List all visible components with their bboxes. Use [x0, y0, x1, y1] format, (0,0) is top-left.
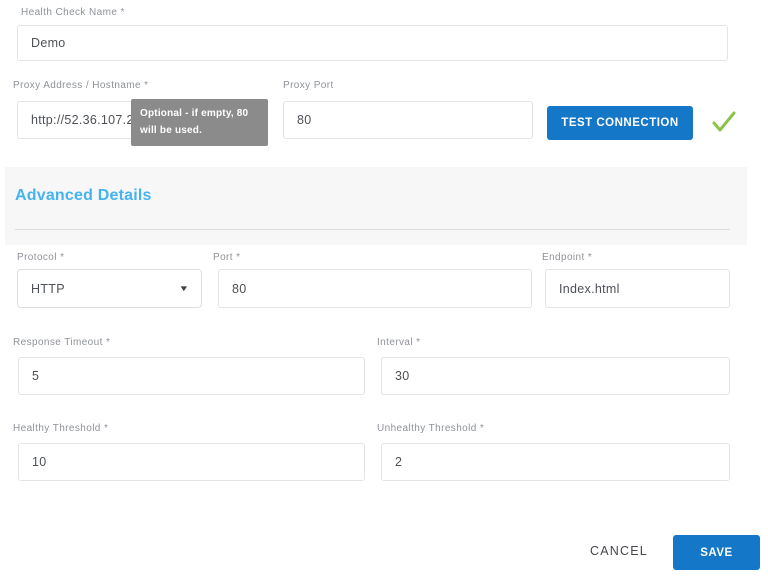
cancel-button[interactable]: CANCEL	[584, 543, 654, 559]
advanced-details-title: Advanced Details	[15, 187, 152, 205]
interval-input[interactable]	[381, 357, 730, 395]
chevron-down-icon: ▼	[178, 284, 189, 293]
endpoint-label: Endpoint *	[542, 252, 592, 263]
protocol-select[interactable]: HTTP ▼	[17, 269, 202, 308]
health-check-name-input[interactable]	[17, 25, 728, 61]
proxy-address-label: Proxy Address / Hostname *	[13, 80, 148, 91]
healthy-threshold-input[interactable]	[18, 443, 365, 481]
proxy-port-input[interactable]	[283, 101, 533, 139]
proxy-port-label: Proxy Port	[283, 80, 334, 91]
protocol-selected-value: HTTP	[31, 282, 65, 296]
connection-success-check-icon	[710, 109, 738, 140]
healthy-threshold-label: Healthy Threshold *	[13, 423, 108, 434]
save-button[interactable]: SAVE	[673, 535, 760, 570]
response-timeout-input[interactable]	[18, 357, 365, 395]
unhealthy-threshold-input[interactable]	[381, 443, 730, 481]
port-input[interactable]	[218, 269, 532, 308]
advanced-details-divider	[15, 229, 730, 230]
test-connection-button[interactable]: TEST CONNECTION	[547, 106, 693, 140]
health-check-name-label: Health Check Name *	[21, 7, 125, 18]
interval-label: Interval *	[377, 337, 420, 348]
response-timeout-label: Response Timeout *	[13, 337, 110, 348]
unhealthy-threshold-label: Unhealthy Threshold *	[377, 423, 484, 434]
advanced-details-panel	[5, 167, 747, 245]
endpoint-input[interactable]	[545, 269, 730, 308]
port-label: Port *	[213, 252, 240, 263]
protocol-label: Protocol *	[17, 252, 64, 263]
proxy-port-tooltip: Optional - if empty, 80 will be used.	[131, 99, 268, 146]
